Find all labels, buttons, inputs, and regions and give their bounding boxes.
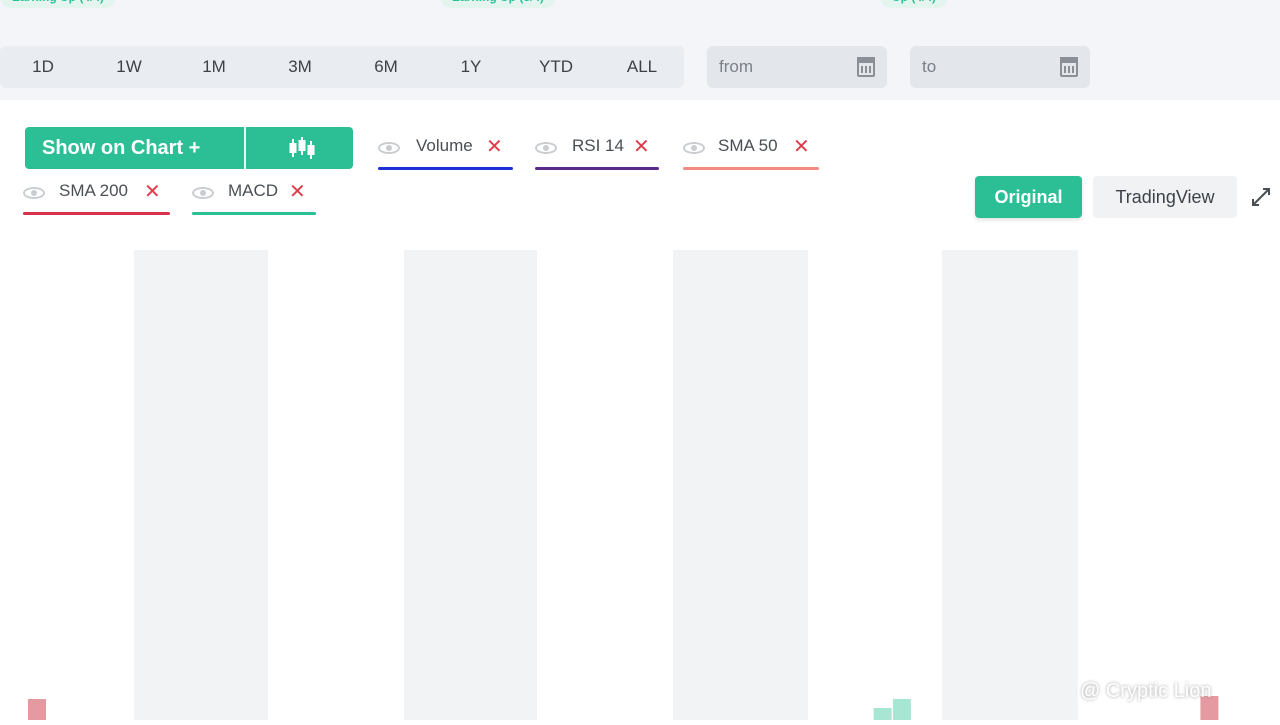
time-band [404,250,537,720]
button-divider [244,127,246,169]
indicator-rsi[interactable]: RSI 14 ✕ [535,130,659,170]
indicator-color-line [192,212,316,215]
indicator-label: SMA 50 [718,136,778,155]
show-on-chart-label: Show on Chart + [42,137,201,159]
time-band [673,250,808,720]
to-date-input[interactable]: to [910,46,1090,88]
time-band [134,250,268,720]
indicator-label: SMA 200 [59,181,128,200]
view-original-button[interactable]: Original [975,176,1082,218]
indicator-label: Volume [416,136,473,155]
range-1d-button[interactable]: 1D [13,46,73,88]
time-range-selector: 1D 1W 1M 3M 6M 1Y YTD ALL [0,46,684,88]
candlestick-chart-icon[interactable] [287,135,317,161]
earnings-pill-3: Up (4/4) [880,0,949,8]
eye-icon[interactable] [23,187,45,199]
indicator-color-line [683,167,819,170]
range-1w-button[interactable]: 1W [99,46,159,88]
eye-icon[interactable] [683,142,705,154]
calendar-icon[interactable] [857,57,875,77]
range-3m-button[interactable]: 3M [270,46,330,88]
indicator-volume[interactable]: Volume ✕ [378,130,513,170]
watermark: @ Cryptic Lion [1080,680,1212,702]
to-date-placeholder: to [922,57,937,76]
eye-icon[interactable] [192,187,214,199]
indicator-color-line [23,212,170,215]
range-1y-button[interactable]: 1Y [441,46,501,88]
remove-indicator-icon[interactable]: ✕ [144,179,161,204]
volume-bar [892,699,911,720]
eye-icon[interactable] [378,142,400,154]
range-6m-button[interactable]: 6M [356,46,416,88]
indicator-sma200[interactable]: SMA 200 ✕ [23,175,170,215]
indicator-sma50[interactable]: SMA 50 ✕ [683,130,819,170]
expand-icon[interactable] [1250,186,1272,208]
eye-icon[interactable] [535,142,557,154]
from-date-placeholder: from [719,57,753,76]
view-tradingview-button[interactable]: TradingView [1093,176,1237,218]
from-date-input[interactable]: from [707,46,887,88]
calendar-icon[interactable] [1060,57,1078,77]
earnings-pill-1: Earning Up (4/4) [0,0,117,8]
candlestick-chart-svg[interactable]: 38404244464850 [0,235,1280,720]
volume-bar [873,708,892,720]
price-chart[interactable]: 38404244464850 [0,235,1280,720]
time-band [942,250,1078,720]
remove-indicator-icon[interactable]: ✕ [289,179,306,204]
earnings-pill-2: Earning Up (5/4) [440,0,557,8]
range-1m-button[interactable]: 1M [184,46,244,88]
remove-indicator-icon[interactable]: ✕ [793,134,810,159]
indicator-color-line [535,167,659,170]
show-on-chart-button[interactable]: Show on Chart + [25,127,353,169]
remove-indicator-icon[interactable]: ✕ [486,134,503,159]
indicator-label: MACD [228,181,279,200]
indicator-color-line [378,167,513,170]
indicator-macd[interactable]: MACD ✕ [192,175,316,215]
range-all-button[interactable]: ALL [612,46,672,88]
indicator-label: RSI 14 [572,136,624,155]
range-ytd-button[interactable]: YTD [526,46,586,88]
volume-bar [28,699,46,720]
remove-indicator-icon[interactable]: ✕ [633,134,650,159]
